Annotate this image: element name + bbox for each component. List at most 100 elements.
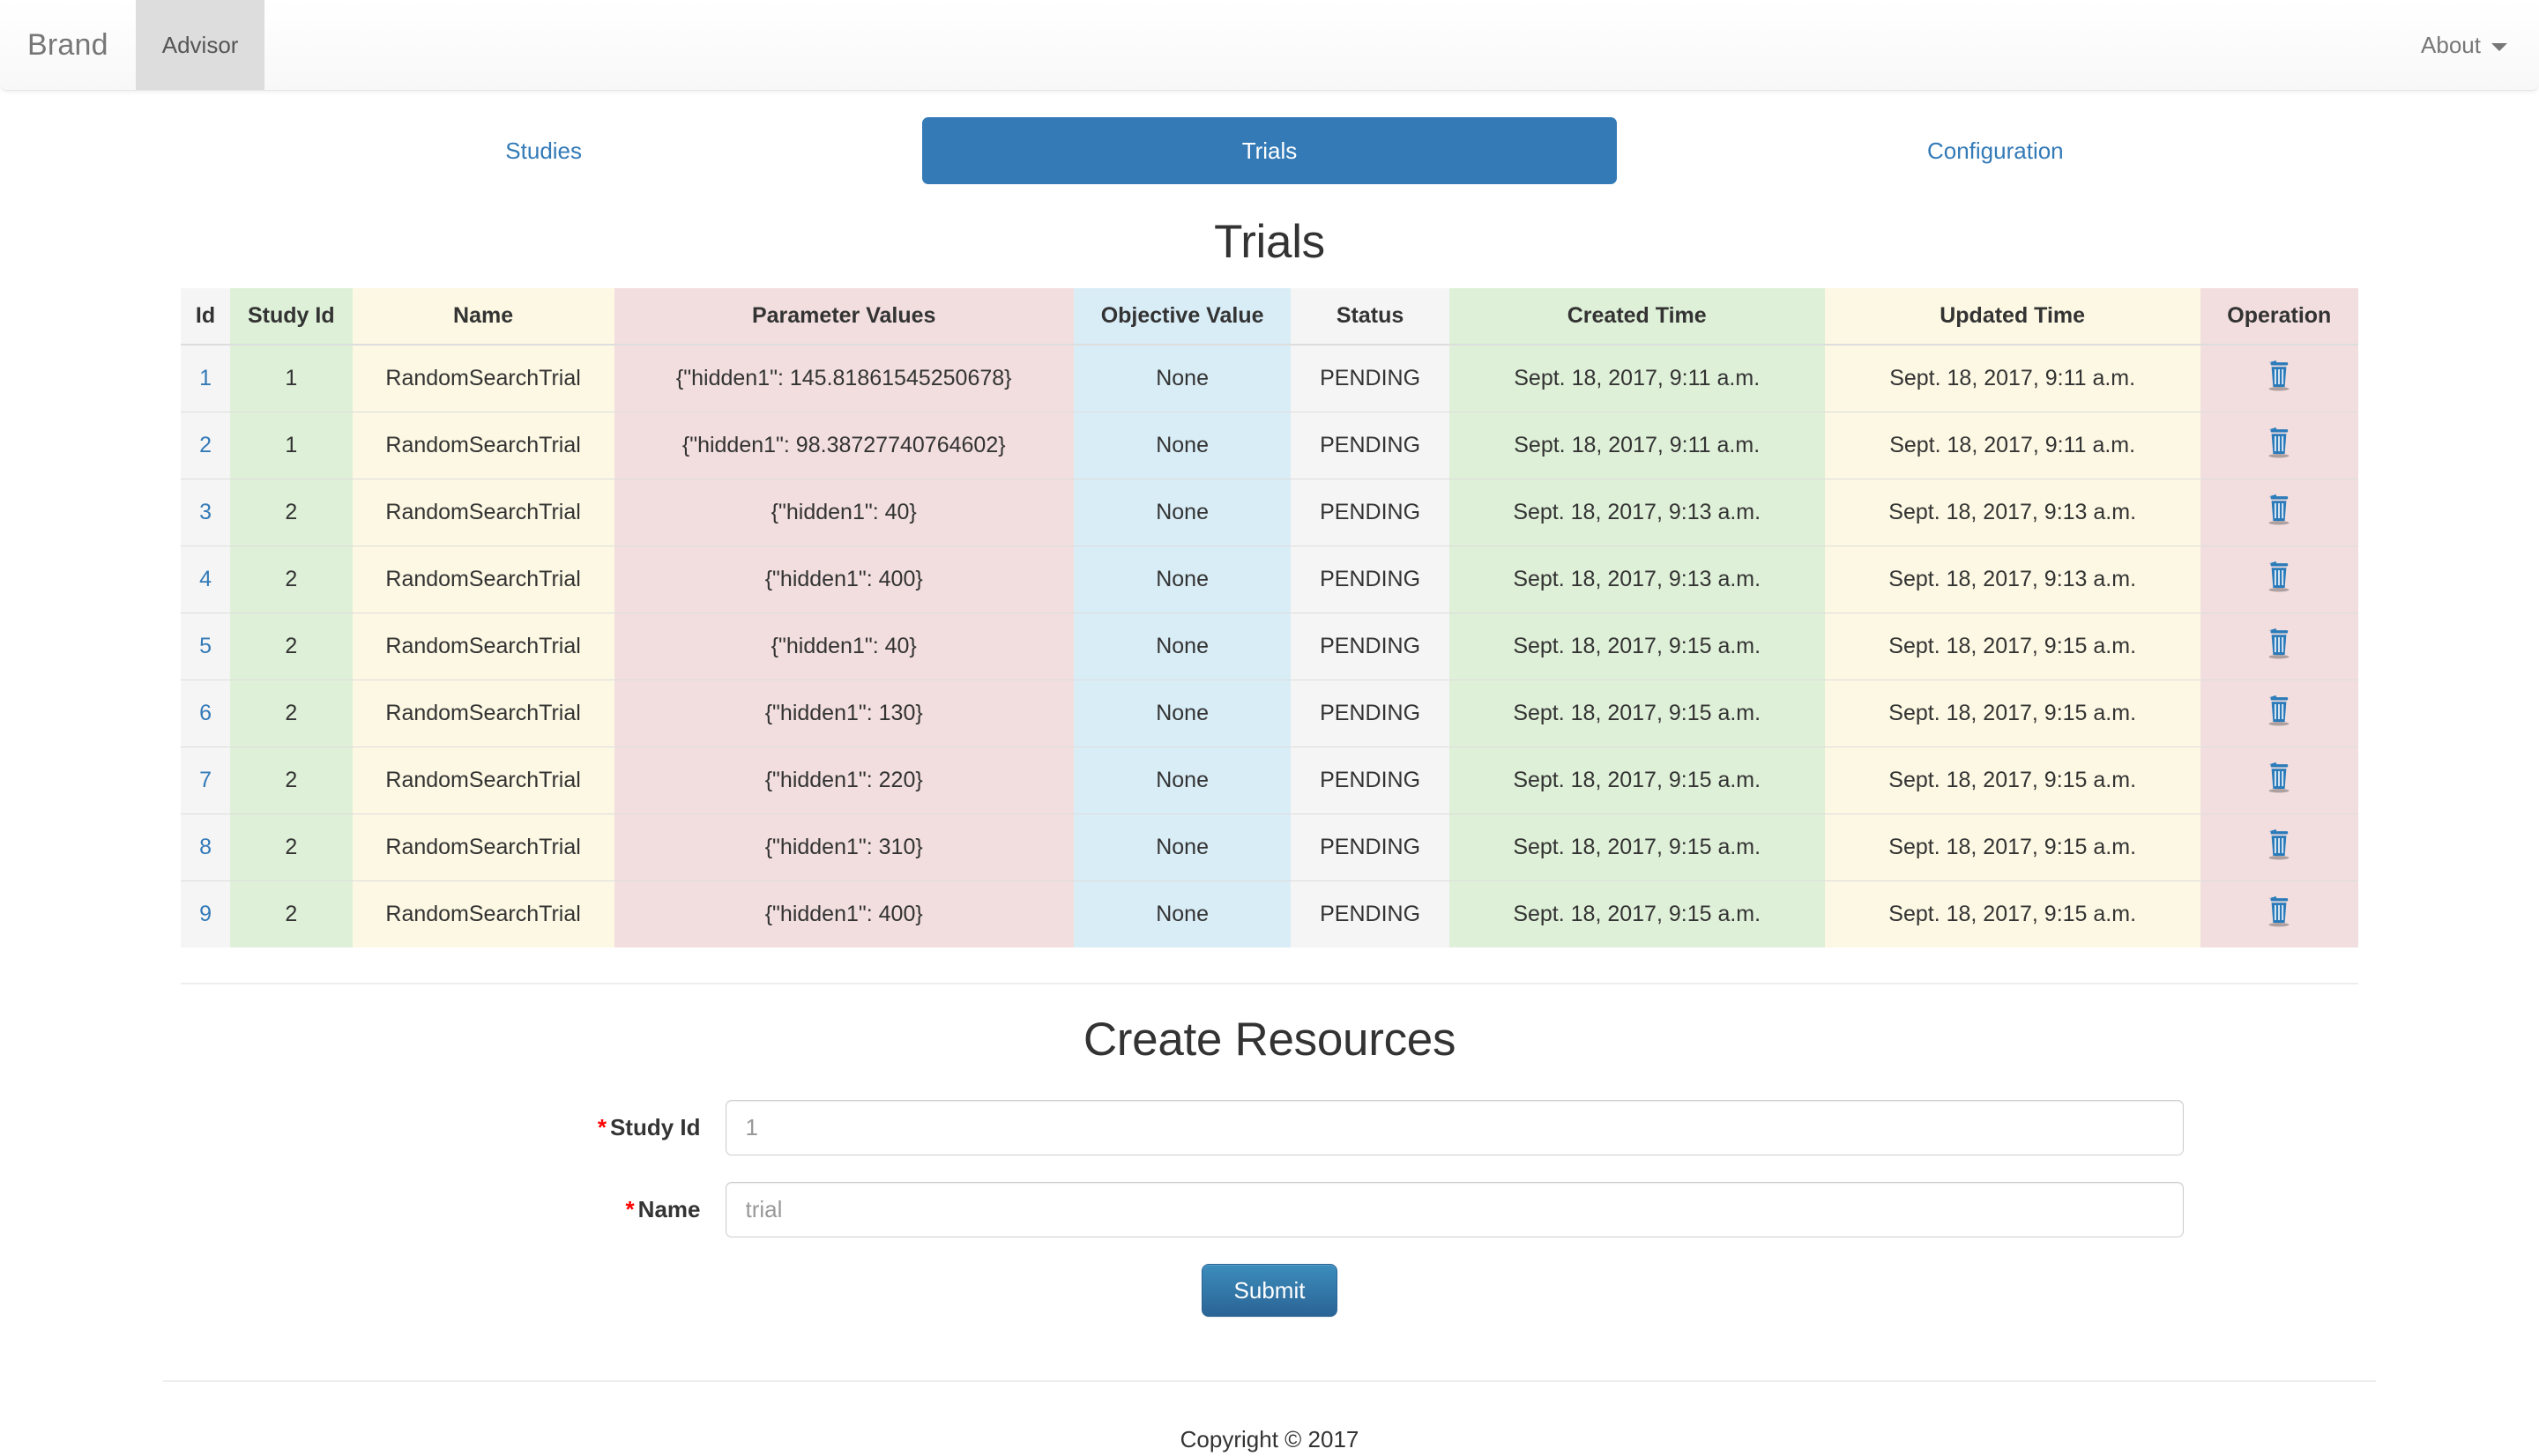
about-dropdown[interactable]: About (2421, 32, 2507, 59)
cell-created-time: Sept. 18, 2017, 9:11 a.m. (1449, 412, 1825, 479)
cell-updated-time: Sept. 18, 2017, 9:11 a.m. (1825, 412, 2200, 479)
cell-id: 7 (181, 747, 230, 814)
tab-cell-configuration: Configuration (1633, 117, 2358, 184)
trash-icon (2264, 628, 2294, 659)
cell-operation (2200, 546, 2358, 613)
create-resources-form: *Study Id *Name Submit (163, 1100, 2376, 1317)
trial-id-link[interactable]: 5 (199, 634, 212, 658)
cell-status: PENDING (1291, 680, 1448, 747)
name-input[interactable] (726, 1182, 2185, 1237)
trials-table-body: 11RandomSearchTrial{"hidden1": 145.81861… (181, 345, 2358, 947)
delete-trial-button[interactable] (2264, 494, 2294, 531)
label-study-id: *Study Id (181, 1114, 726, 1141)
cell-operation (2200, 345, 2358, 412)
table-row: 82RandomSearchTrial{"hidden1": 310}NoneP… (181, 814, 2358, 881)
cell-study-id: 2 (230, 881, 353, 948)
cell-id: 8 (181, 814, 230, 881)
cell-id: 2 (181, 412, 230, 479)
tab-configuration[interactable]: Configuration (1649, 117, 2342, 184)
trials-table-head: Id Study Id Name Parameter Values Object… (181, 288, 2358, 345)
cell-study-id: 2 (230, 814, 353, 881)
cell-name: RandomSearchTrial (353, 881, 614, 948)
trash-icon (2264, 828, 2294, 860)
column-header-objective-value: Objective Value (1074, 288, 1292, 345)
input-wrap-name (726, 1182, 2185, 1237)
cell-objective-value: None (1074, 881, 1292, 948)
tab-studies[interactable]: Studies (197, 117, 890, 184)
cell-id: 1 (181, 345, 230, 412)
tab-cell-trials: Trials (906, 117, 1632, 184)
cell-created-time: Sept. 18, 2017, 9:15 a.m. (1449, 680, 1825, 747)
cell-objective-value: None (1074, 680, 1292, 747)
trial-id-link[interactable]: 6 (199, 701, 212, 725)
cell-parameter-values: {"hidden1": 40} (614, 613, 1074, 680)
cell-updated-time: Sept. 18, 2017, 9:15 a.m. (1825, 814, 2200, 881)
tab-cell-studies: Studies (181, 117, 906, 184)
column-header-status: Status (1291, 288, 1448, 345)
trial-id-link[interactable]: 8 (199, 835, 212, 859)
trials-table: Id Study Id Name Parameter Values Object… (181, 288, 2358, 947)
cell-updated-time: Sept. 18, 2017, 9:15 a.m. (1825, 680, 2200, 747)
delete-trial-button[interactable] (2264, 360, 2294, 397)
cell-updated-time: Sept. 18, 2017, 9:15 a.m. (1825, 613, 2200, 680)
delete-trial-button[interactable] (2264, 695, 2294, 732)
navbar-brand[interactable]: Brand (0, 0, 136, 90)
trial-id-link[interactable]: 9 (199, 902, 212, 926)
cell-study-id: 1 (230, 345, 353, 412)
cell-updated-time: Sept. 18, 2017, 9:15 a.m. (1825, 881, 2200, 948)
navbar-item-advisor[interactable]: Advisor (136, 0, 265, 90)
submit-row: Submit (181, 1264, 2358, 1317)
delete-trial-button[interactable] (2264, 561, 2294, 598)
trial-id-link[interactable]: 4 (199, 567, 212, 591)
section-tabs: Studies Trials Configuration (163, 117, 2376, 184)
delete-trial-button[interactable] (2264, 427, 2294, 464)
trash-icon (2264, 761, 2294, 793)
page-title: Trials (163, 215, 2376, 269)
cell-name: RandomSearchTrial (353, 479, 614, 546)
cell-id: 9 (181, 881, 230, 948)
required-marker-name: * (626, 1196, 635, 1222)
table-row: 92RandomSearchTrial{"hidden1": 400}NoneP… (181, 881, 2358, 948)
delete-trial-button[interactable] (2264, 895, 2294, 933)
cell-status: PENDING (1291, 546, 1448, 613)
column-header-operation: Operation (2200, 288, 2358, 345)
delete-trial-button[interactable] (2264, 828, 2294, 866)
cell-objective-value: None (1074, 613, 1292, 680)
column-header-created-time: Created Time (1449, 288, 1825, 345)
cell-status: PENDING (1291, 479, 1448, 546)
column-header-name: Name (353, 288, 614, 345)
trial-id-link[interactable]: 3 (199, 500, 212, 524)
cell-id: 3 (181, 479, 230, 546)
cell-created-time: Sept. 18, 2017, 9:13 a.m. (1449, 546, 1825, 613)
trial-id-link[interactable]: 7 (199, 768, 212, 792)
cell-created-time: Sept. 18, 2017, 9:15 a.m. (1449, 881, 1825, 948)
trial-id-link[interactable]: 2 (199, 433, 212, 457)
cell-updated-time: Sept. 18, 2017, 9:13 a.m. (1825, 546, 2200, 613)
cell-operation (2200, 814, 2358, 881)
cell-name: RandomSearchTrial (353, 814, 614, 881)
table-header-row: Id Study Id Name Parameter Values Object… (181, 288, 2358, 345)
trash-icon (2264, 427, 2294, 458)
cell-updated-time: Sept. 18, 2017, 9:11 a.m. (1825, 345, 2200, 412)
delete-trial-button[interactable] (2264, 628, 2294, 665)
cell-name: RandomSearchTrial (353, 546, 614, 613)
navbar-right: About (2389, 0, 2539, 90)
cell-status: PENDING (1291, 345, 1448, 412)
cell-parameter-values: {"hidden1": 40} (614, 479, 1074, 546)
submit-button[interactable]: Submit (1202, 1264, 1338, 1317)
cell-status: PENDING (1291, 814, 1448, 881)
tab-trials[interactable]: Trials (922, 117, 1616, 184)
cell-name: RandomSearchTrial (353, 345, 614, 412)
top-navbar: Brand Advisor About (0, 0, 2539, 91)
cell-created-time: Sept. 18, 2017, 9:15 a.m. (1449, 747, 1825, 814)
trial-id-link[interactable]: 1 (199, 366, 212, 390)
cell-created-time: Sept. 18, 2017, 9:13 a.m. (1449, 479, 1825, 546)
cell-status: PENDING (1291, 412, 1448, 479)
delete-trial-button[interactable] (2264, 761, 2294, 799)
study-id-input[interactable] (726, 1100, 2185, 1155)
cell-name: RandomSearchTrial (353, 412, 614, 479)
column-header-updated-time: Updated Time (1825, 288, 2200, 345)
cell-parameter-values: {"hidden1": 220} (614, 747, 1074, 814)
form-row-name: *Name (181, 1182, 2358, 1237)
cell-study-id: 2 (230, 747, 353, 814)
